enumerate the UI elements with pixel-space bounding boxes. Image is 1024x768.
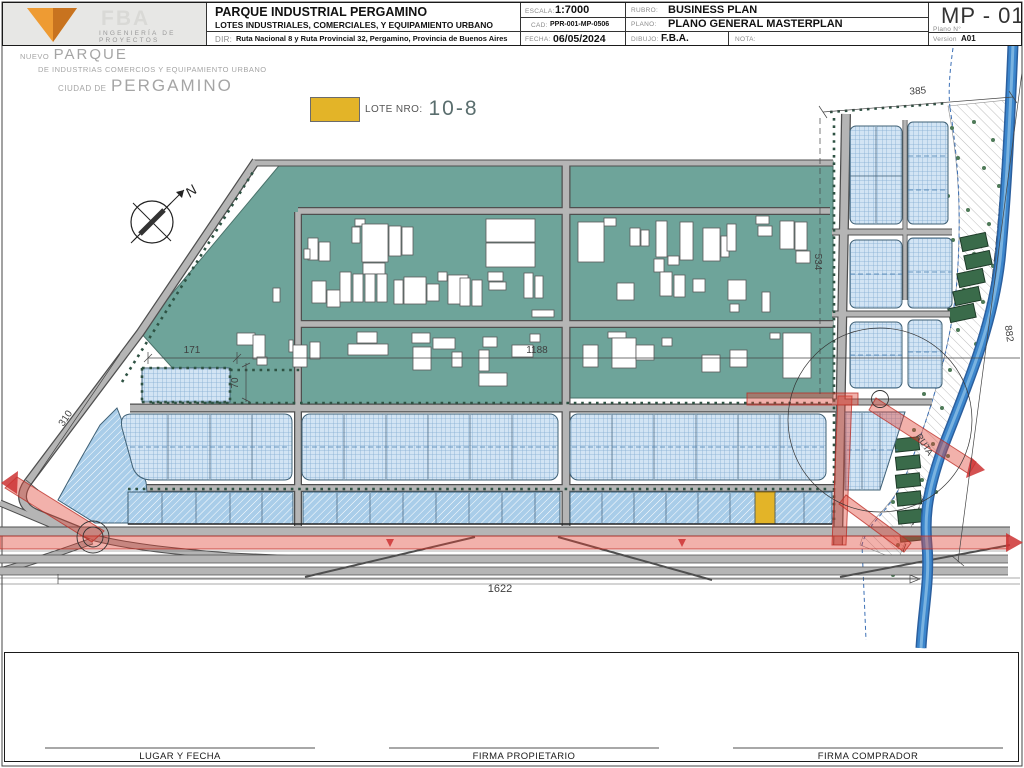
- fba-logo-icon: [23, 6, 83, 44]
- dim-171-label: 171: [184, 345, 201, 356]
- highlighted-lot-10-8: [755, 492, 775, 524]
- logo-ghost-text: FBA: [101, 7, 150, 31]
- signature-line-lugar: [45, 747, 315, 749]
- lot-color-swatch: [310, 97, 360, 122]
- escala-value: 1:7000: [555, 4, 589, 16]
- dim-1622-label: 1622: [488, 583, 512, 595]
- banner-line1-small: NUEVO: [20, 52, 49, 61]
- dim-534-label: 534: [812, 254, 823, 271]
- nota-label: NOTA:: [735, 36, 756, 43]
- cad-label: CAD:: [531, 22, 548, 29]
- dibujo-value: F.B.A.: [661, 33, 689, 44]
- signature-label-lugar: LUGAR Y FECHA: [45, 751, 315, 762]
- signature-box: LUGAR Y FECHA FIRMA PROPIETARIO FIRMA CO…: [4, 652, 1019, 762]
- rubro-value: BUSINESS PLAN: [668, 4, 757, 16]
- project-banner: NUEVO PARQUE DE INDUSTRIAS COMERCIOS Y E…: [20, 47, 267, 95]
- dibujo-label: DIBUJO:: [631, 36, 659, 43]
- signature-label-propietario: FIRMA PROPIETARIO: [389, 751, 659, 762]
- dir-value: Ruta Nacional 8 y Ruta Provincial 32, Pe…: [236, 34, 507, 43]
- plano-label: PLANO:: [631, 21, 657, 28]
- dim-70-label: 70: [230, 377, 241, 389]
- lot-inset: [142, 368, 230, 402]
- escala-label: ESCALA:: [525, 8, 555, 15]
- project-title: PARQUE INDUSTRIAL PERGAMINO: [215, 5, 427, 19]
- legend: LOTE NRO: 10-8: [310, 95, 479, 123]
- dim-1188-label: 1188: [526, 345, 548, 356]
- dim-385-label: 385: [909, 85, 927, 97]
- banner-line1-big: PARQUE: [54, 46, 128, 63]
- banner-line3-big: PERGAMINO: [111, 76, 233, 95]
- legend-label: LOTE NRO:: [365, 104, 423, 115]
- fecha-label: FECHA:: [525, 36, 551, 43]
- drawing-sheet: 171 1188 385 534 70 310 882 1622 RUTA N: [0, 0, 1024, 768]
- version-label: Version: [933, 36, 957, 43]
- banner-line3-small: CIUDAD DE: [58, 84, 107, 93]
- logo-cell: FBA INGENIERÍA DE PROYECTOS: [3, 3, 206, 45]
- project-subtitle: LOTES INDUSTRIALES, COMERCIALES, Y EQUIP…: [215, 20, 493, 30]
- dir-label: DIR:: [215, 35, 232, 44]
- dim-882-label: 882: [1002, 325, 1015, 343]
- banner-line2: DE INDUSTRIAS COMERCIOS Y EQUIPAMIENTO U…: [38, 66, 267, 74]
- cad-value: PPR-001-MP-0506: [550, 21, 609, 28]
- version-value: A01: [961, 34, 976, 43]
- logo-tagline: INGENIERÍA DE PROYECTOS: [99, 30, 206, 44]
- fecha-value: 06/05/2024: [553, 33, 606, 45]
- signature-label-comprador: FIRMA COMPRADOR: [733, 751, 1003, 762]
- north-label: N: [182, 181, 201, 200]
- signature-line-comprador: [733, 747, 1003, 749]
- legend-lot-number: 10-8: [429, 97, 479, 121]
- signature-line-propietario: [389, 747, 659, 749]
- plano-value: PLANO GENERAL MASTERPLAN: [668, 18, 843, 30]
- rubro-label: RUBRO:: [631, 7, 658, 14]
- north-arrow: N: [131, 181, 201, 243]
- title-block: FBA INGENIERÍA DE PROYECTOS PARQUE INDUS…: [2, 2, 1022, 46]
